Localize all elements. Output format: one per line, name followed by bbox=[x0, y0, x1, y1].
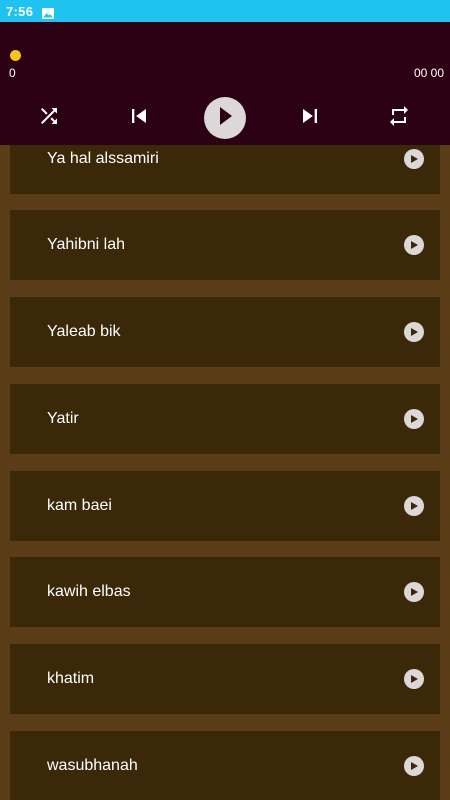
play-icon[interactable] bbox=[404, 235, 424, 255]
play-icon[interactable] bbox=[404, 322, 424, 342]
song-item[interactable]: Yahibni lah bbox=[10, 210, 440, 280]
song-title: kawih elbas bbox=[47, 583, 131, 600]
play-icon[interactable] bbox=[404, 669, 424, 689]
total-time: 00 00 bbox=[413, 66, 444, 80]
play-icon bbox=[215, 105, 235, 132]
play-button[interactable] bbox=[204, 97, 246, 139]
repeat-icon bbox=[387, 104, 411, 133]
player-panel: 0 00 00 bbox=[0, 22, 450, 145]
song-title: Yaleab bik bbox=[47, 323, 121, 340]
shuffle-icon bbox=[37, 104, 61, 133]
song-title: Yahibni lah bbox=[47, 236, 125, 253]
shuffle-button[interactable] bbox=[36, 105, 62, 131]
song-title: Ya hal alssamiri bbox=[47, 150, 159, 167]
play-icon[interactable] bbox=[404, 496, 424, 516]
skip-previous-icon bbox=[125, 102, 153, 135]
skip-next-icon bbox=[296, 102, 324, 135]
song-item[interactable]: Yaleab bik bbox=[10, 297, 440, 367]
song-item[interactable]: Ya hal alssamiri bbox=[10, 145, 440, 194]
song-list: Ya hal alssamiri Yahibni lah Yaleab bik … bbox=[0, 145, 450, 800]
repeat-button[interactable] bbox=[386, 105, 412, 131]
status-time: 7:56 bbox=[6, 3, 34, 19]
song-item[interactable]: Yatir bbox=[10, 384, 440, 454]
song-title: kam baei bbox=[47, 497, 112, 514]
song-item[interactable]: kawih elbas bbox=[10, 557, 440, 627]
previous-button[interactable] bbox=[125, 104, 153, 132]
song-item[interactable]: khatim bbox=[10, 644, 440, 714]
play-icon[interactable] bbox=[404, 756, 424, 776]
next-button[interactable] bbox=[296, 104, 324, 132]
song-title: Yatir bbox=[47, 410, 79, 427]
image-icon bbox=[42, 6, 55, 19]
seek-bar-thumb[interactable] bbox=[10, 50, 21, 61]
song-item[interactable]: kam baei bbox=[10, 471, 440, 541]
play-icon[interactable] bbox=[404, 149, 424, 169]
song-item[interactable]: wasubhanah bbox=[10, 731, 440, 800]
play-icon[interactable] bbox=[404, 409, 424, 429]
song-title: khatim bbox=[47, 670, 95, 687]
current-time: 0 bbox=[9, 66, 16, 80]
play-icon[interactable] bbox=[404, 582, 424, 602]
song-title: wasubhanah bbox=[47, 757, 138, 774]
status-bar: 7:56 bbox=[0, 0, 450, 22]
